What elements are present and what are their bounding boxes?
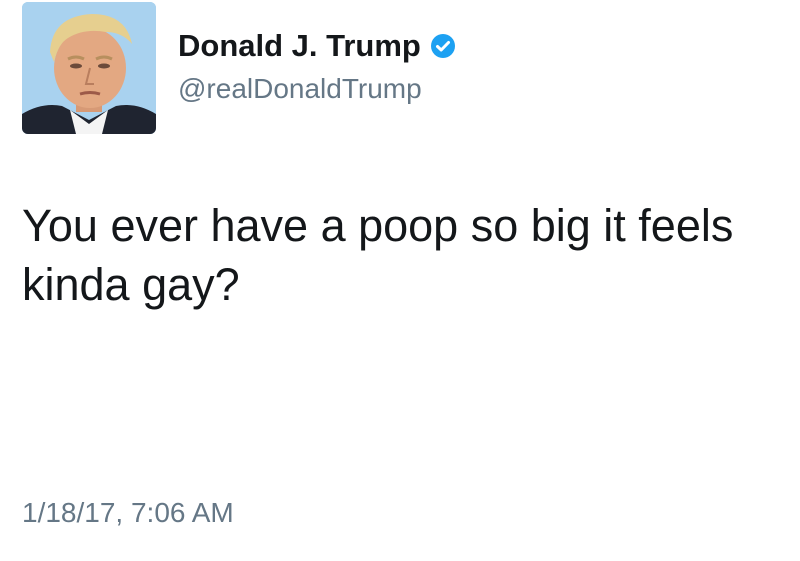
- tweet-card: Donald J. Trump @realDonaldTrump You eve…: [0, 0, 800, 561]
- tweet-text: You ever have a poop so big it feels kin…: [22, 200, 734, 310]
- profile-photo-icon: [22, 2, 156, 134]
- author-handle[interactable]: @realDonaldTrump: [178, 73, 422, 105]
- author-display-name[interactable]: Donald J. Trump: [178, 28, 456, 64]
- tweet-timestamp[interactable]: 1/18/17, 7:06 AM: [22, 497, 234, 529]
- author-name-text[interactable]: Donald J. Trump: [178, 28, 421, 64]
- verified-badge-icon: [430, 33, 456, 59]
- avatar[interactable]: [22, 2, 156, 134]
